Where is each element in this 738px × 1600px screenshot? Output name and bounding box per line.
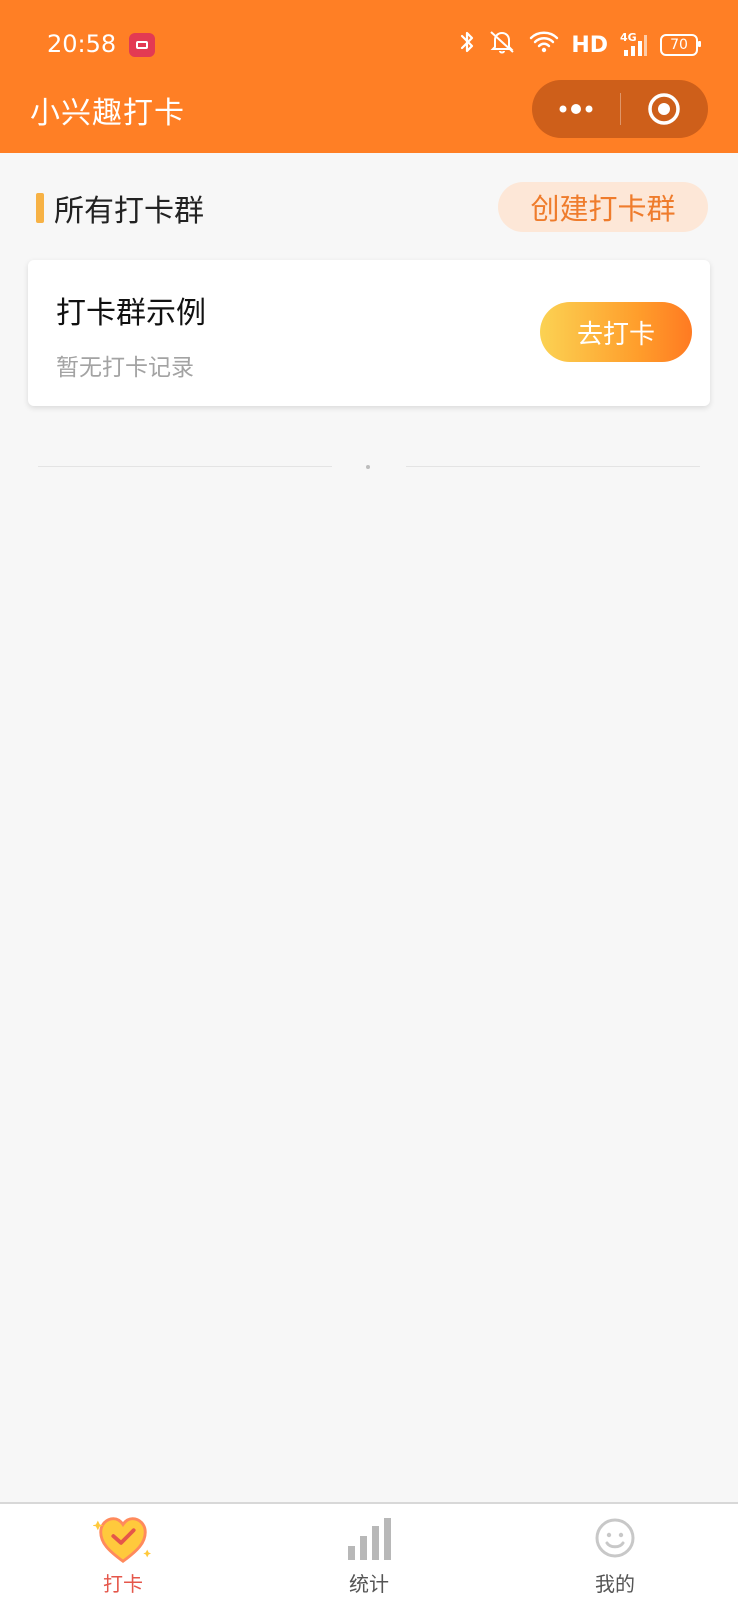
section-title: 所有打卡群 [54,194,204,229]
bluetooth-icon [459,30,475,60]
screen-record-icon [129,33,155,57]
close-miniprogram-button[interactable] [621,80,709,138]
top-header: 20:58 HD 4G 70 小兴趣打卡 [0,0,738,153]
section-header: 所有打卡群 [36,186,204,230]
user-face-icon [585,1512,645,1566]
app-screen: 20:58 HD 4G 70 小兴趣打卡 所有打卡群 创建打卡群 打卡群示例 暂… [0,0,738,1600]
battery-icon: 70 [660,34,701,56]
mute-bell-icon [487,29,517,61]
group-card[interactable]: 打卡群示例 暂无打卡记录 去打卡 [28,260,710,406]
network-hd-label: HD [571,32,608,58]
list-end-line-left [38,466,332,467]
tab-stats[interactable]: 统计 [246,1504,492,1600]
bar-chart-icon [339,1512,399,1566]
battery-level: 70 [670,37,688,53]
go-checkin-button[interactable]: 去打卡 [540,302,692,362]
more-button[interactable] [532,80,620,138]
bottom-tab-bar: 打卡 统计 我的 [0,1502,738,1600]
status-time: 20:58 [47,30,117,58]
create-group-button[interactable]: 创建打卡群 [498,182,708,232]
tab-mine[interactable]: 我的 [492,1504,738,1600]
tab-checkin[interactable]: 打卡 [0,1504,246,1600]
target-circle-icon [648,93,680,125]
group-status: 暂无打卡记录 [56,355,194,381]
miniprogram-capsule [532,80,708,138]
wifi-icon [529,30,559,60]
more-dots-icon [559,104,593,114]
tab-stats-label: 统计 [349,1572,389,1596]
page-title: 小兴趣打卡 [30,96,185,131]
heart-check-icon [93,1512,153,1566]
tab-mine-label: 我的 [595,1572,635,1596]
signal-4g-icon: 4G [620,32,648,58]
list-end-line-right [406,466,700,467]
list-end-dot [366,465,370,469]
tab-checkin-label: 打卡 [103,1572,143,1596]
status-icons: HD 4G 70 [459,28,701,62]
group-name: 打卡群示例 [56,296,206,331]
section-accent-bar [36,193,44,223]
